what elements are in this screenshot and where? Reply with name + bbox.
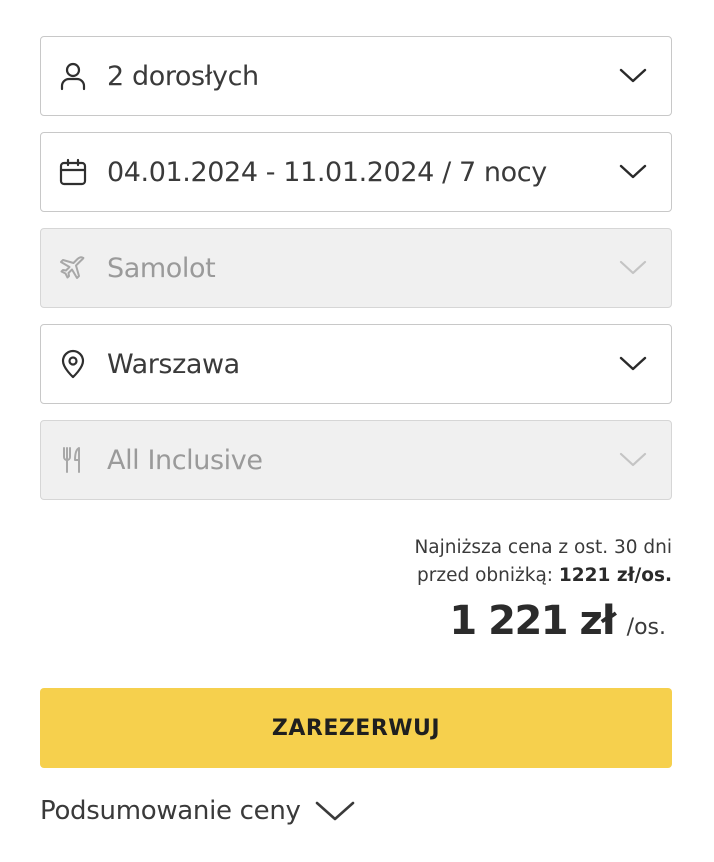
fork-knife-icon [57,444,89,476]
lowest-price-prefix: przed obniżką: [417,565,554,586]
transport-value: Samolot [107,252,216,284]
book-button[interactable]: ZAREZERWUJ [40,688,672,768]
departure-select[interactable]: Warszawa [40,324,672,404]
price-per-person: 1 221 zł /os. [449,598,666,644]
chevron-down-icon [619,260,647,275]
chevron-down-icon [619,164,647,179]
chevron-down-icon [619,452,647,467]
board-value: All Inclusive [107,444,263,476]
lowest-price-note-line2: przed obniżką: 1221 zł/os. [414,562,672,590]
lowest-price-note: Najniższa cena z ost. 30 dni przed obniż… [414,534,672,590]
calendar-icon [57,156,89,188]
chevron-down-icon [619,68,647,83]
board-select: All Inclusive [40,420,672,500]
price-summary-label: Podsumowanie ceny [40,796,301,826]
person-icon [57,60,89,92]
departure-value: Warszawa [107,348,240,380]
dates-value: 04.01.2024 - 11.01.2024 / 7 nocy [107,156,547,188]
lowest-price-value: 1221 zł/os. [558,565,672,586]
airplane-icon [57,252,89,284]
location-pin-icon [57,348,89,380]
travelers-value: 2 dorosłych [107,60,259,92]
transport-select: Samolot [40,228,672,308]
lowest-price-note-line1: Najniższa cena z ost. 30 dni [414,537,672,558]
chevron-down-icon [315,801,354,821]
chevron-down-icon [619,356,647,371]
price-amount: 1 221 zł [449,598,616,644]
price-unit: /os. [626,615,666,640]
dates-select[interactable]: 04.01.2024 - 11.01.2024 / 7 nocy [40,132,672,212]
travelers-select[interactable]: 2 dorosłych [40,36,672,116]
price-summary-toggle[interactable]: Podsumowanie ceny [40,796,357,826]
